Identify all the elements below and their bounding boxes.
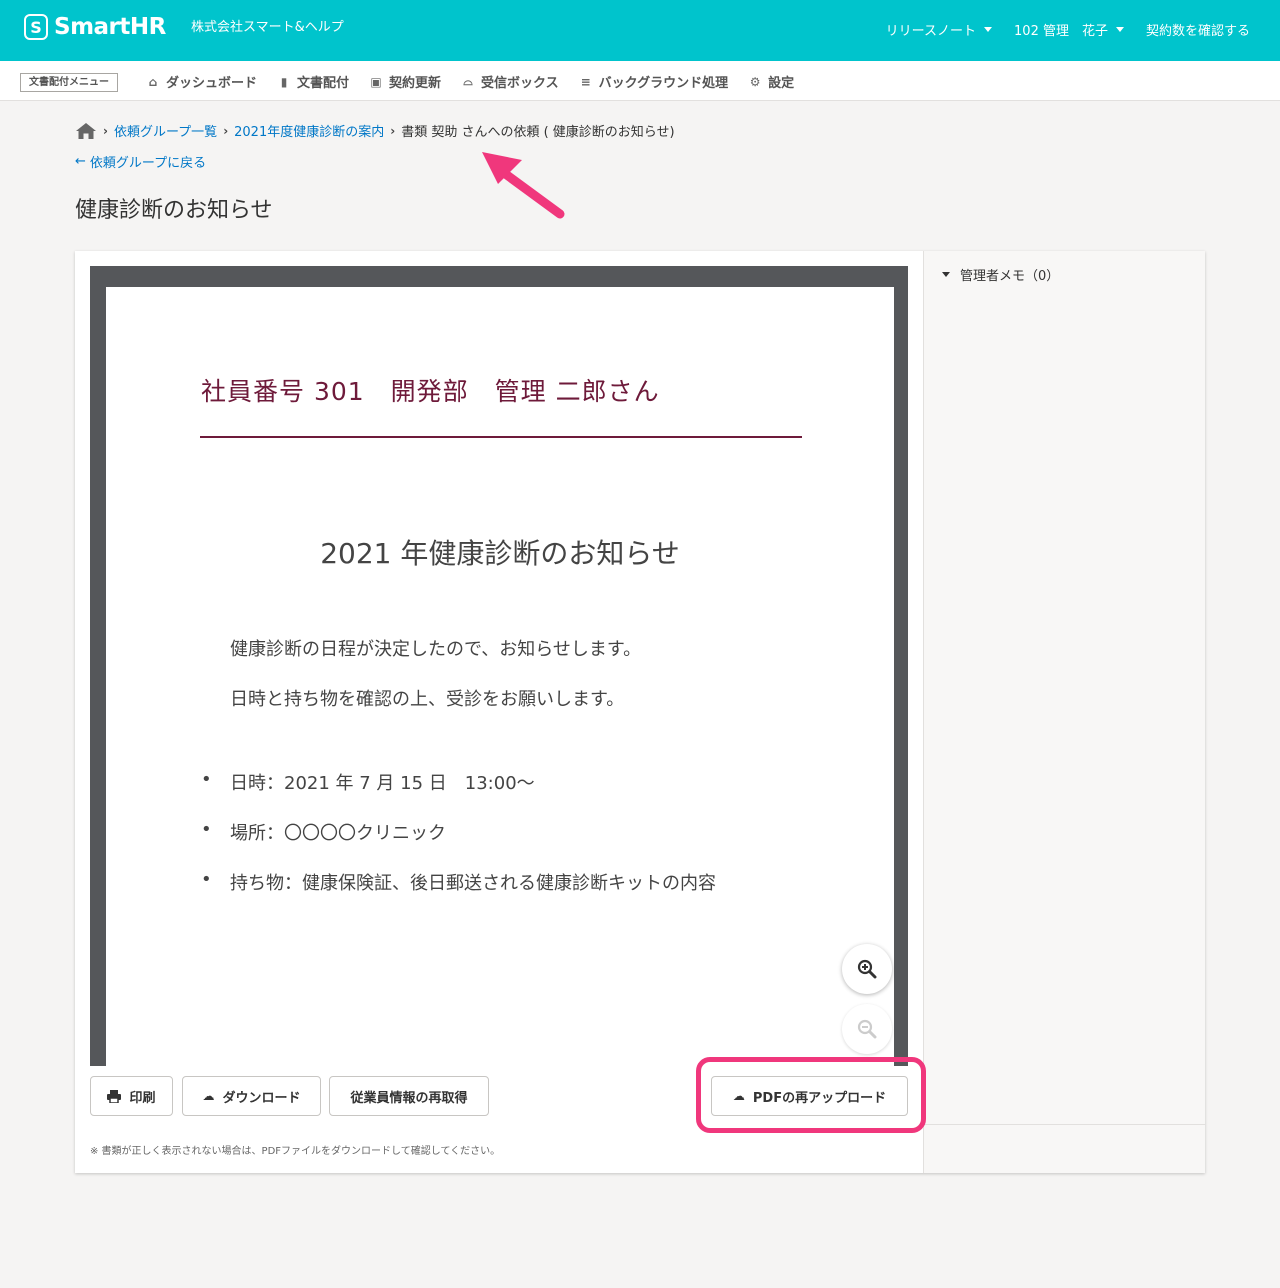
print-icon: [107, 1089, 122, 1103]
breadcrumb-group[interactable]: 2021年度健康診断の案内: [234, 121, 384, 140]
doc-paragraph: 健康診断の日程が決定したので、お知らせします。: [230, 639, 642, 660]
doc-recipient-header: 社員番号 301 開発部 管理 二郎さん: [201, 377, 660, 406]
chevron-right-icon: ›: [103, 123, 108, 138]
nav-label: 受信ボックス: [481, 76, 559, 91]
menu-tag: 文書配付メニュー: [20, 73, 118, 92]
file-icon: ▮: [280, 74, 288, 89]
nav-label: 設定: [768, 76, 795, 91]
list-item: • 持ち物：健康保険証、後日郵送される健康診断キットの内容: [201, 869, 716, 919]
admin-memo-sidebar: 管理者メモ（0）: [923, 251, 1206, 1173]
bullet: •: [201, 769, 212, 790]
release-notes-menu[interactable]: リリースノート: [885, 20, 993, 39]
bullet: •: [201, 869, 212, 890]
calendar-check-icon: ▣: [370, 74, 382, 89]
page-title: 健康診断のお知らせ: [75, 198, 273, 223]
doc-paragraph: 日時と持ち物を確認の上、受診をお願いします。: [230, 689, 625, 710]
list-item-text: 場所：〇〇〇〇クリニック: [230, 823, 446, 844]
back-to-groups-link[interactable]: ← 依頼グループに戻る: [75, 152, 206, 171]
user-menu[interactable]: 102 管理 花子: [1014, 20, 1124, 39]
breadcrumb-request-groups[interactable]: 依頼グループ一覧: [114, 121, 217, 140]
caret-down-icon: [942, 272, 950, 277]
doc-list: • 日時：2021 年 7 月 15 日 13:00～ • 場所：〇〇〇〇クリニック…: [201, 769, 716, 919]
pdf-viewer[interactable]: 社員番号 301 開発部 管理 二郎さん 2021 年健康診断のお知らせ 健康診…: [90, 266, 908, 1066]
doc-title: 2021 年健康診断のお知らせ: [320, 537, 680, 570]
logo-mark-icon: S: [24, 14, 48, 40]
user-name: 102 管理 花子: [1014, 24, 1108, 39]
admin-memo-title: 管理者メモ（0）: [960, 269, 1060, 284]
nav-document-delivery[interactable]: ▮ 文書配付: [277, 72, 350, 92]
database-icon: ≡: [580, 74, 591, 89]
chevron-down-icon: [984, 27, 993, 32]
refetch-employee-button[interactable]: 従業員情報の再取得: [329, 1076, 489, 1116]
back-link-label: 依頼グループに戻る: [89, 156, 207, 171]
download-button[interactable]: ☁ ダウンロード: [182, 1076, 321, 1116]
list-item: • 場所：〇〇〇〇クリニック: [201, 819, 716, 869]
company-name: 株式会社スマート&ヘルプ: [191, 20, 344, 35]
release-notes-label: リリースノート: [885, 24, 977, 39]
zoom-out-icon: [857, 1019, 877, 1039]
home-icon[interactable]: [75, 122, 97, 140]
chevron-right-icon: ›: [390, 123, 396, 138]
doc-divider: [200, 436, 802, 438]
bullet: •: [201, 819, 212, 840]
chevron-down-icon: [1115, 27, 1124, 32]
gear-icon: ⚙: [749, 74, 761, 89]
brand-name: SmartHR: [54, 14, 166, 40]
nav-dashboard[interactable]: ⌂ ダッシュボード: [146, 72, 258, 92]
breadcrumb: › 依頼グループ一覧 › 2021年度健康診断の案内 › 書類 契助 さんへの依…: [75, 121, 675, 140]
breadcrumb-current: 書類 契助 さんへの依頼 ( 健康診断のお知らせ): [401, 125, 675, 140]
inbox-icon: ⌓: [463, 74, 473, 88]
nav-label: ダッシュボード: [166, 76, 258, 91]
print-button[interactable]: 印刷: [90, 1076, 173, 1116]
display-note: ※ 書類が正しく表示されない場合は、PDFファイルをダウンロードして確認してくだ…: [90, 1146, 501, 1157]
cloud-download-icon: ☁: [202, 1089, 215, 1103]
admin-memo-toggle[interactable]: 管理者メモ（0）: [942, 265, 1059, 284]
sidebar-footer: [924, 1124, 1206, 1173]
list-item-text: 持ち物：健康保険証、後日郵送される健康診断キットの内容: [230, 873, 716, 894]
nav-contract-renewal[interactable]: ▣ 契約更新: [369, 72, 442, 92]
arrow-left-icon: ←: [75, 154, 86, 169]
annotation-arrow-icon: [482, 152, 565, 219]
document-panel: 社員番号 301 開発部 管理 二郎さん 2021 年健康診断のお知らせ 健康診…: [75, 251, 1206, 1173]
annotation-highlight-box: [696, 1057, 926, 1133]
nav-settings[interactable]: ⚙ 設定: [748, 72, 795, 92]
app-header: S SmartHR 株式会社スマート&ヘルプ リリースノート 102 管理 花子…: [0, 0, 1280, 61]
list-item: • 日時：2021 年 7 月 15 日 13:00～: [201, 769, 716, 819]
download-label: ダウンロード: [222, 1090, 301, 1106]
sub-navigation: 文書配付メニュー ⌂ ダッシュボード ▮ 文書配付 ▣ 契約更新 ⌓ 受信ボックス ≡ バ…: [0, 61, 1280, 101]
pdf-page: 社員番号 301 開発部 管理 二郎さん 2021 年健康診断のお知らせ 健康診…: [106, 287, 894, 1066]
contract-count-link[interactable]: 契約数を確認する: [1146, 20, 1250, 39]
nav-background-jobs[interactable]: ≡ バックグラウンド処理: [579, 72, 729, 92]
nav-label: 文書配付: [297, 76, 350, 91]
zoom-in-button[interactable]: [842, 944, 892, 994]
print-label: 印刷: [129, 1090, 156, 1106]
zoom-in-icon: [857, 959, 877, 979]
nav-label: 契約更新: [389, 76, 442, 91]
refetch-label: 従業員情報の再取得: [350, 1090, 468, 1106]
zoom-out-button[interactable]: [842, 1004, 892, 1054]
list-item-text: 日時：2021 年 7 月 15 日 13:00～: [230, 773, 535, 794]
home-icon: ⌂: [148, 74, 158, 89]
nav-inbox[interactable]: ⌓ 受信ボックス: [461, 72, 559, 91]
smarthr-logo[interactable]: S SmartHR: [24, 14, 166, 40]
nav-label: バックグラウンド処理: [598, 76, 729, 91]
chevron-right-icon: ›: [223, 123, 229, 138]
